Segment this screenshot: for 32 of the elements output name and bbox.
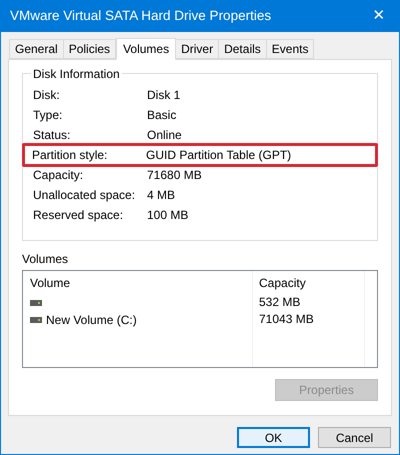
field-value: Basic — [147, 107, 176, 124]
drive-icon — [30, 316, 42, 322]
column-header: Volume — [30, 275, 72, 292]
tab[interactable]: Events — [266, 39, 314, 59]
column-header: Capacity — [259, 275, 307, 292]
section-title: Volumes — [22, 251, 70, 266]
tab[interactable]: Policies — [62, 39, 116, 59]
field-label: Reserved space: — [33, 207, 124, 224]
dialog-button[interactable]: Cancel — [318, 427, 391, 448]
tab[interactable]: Volumes — [116, 38, 176, 60]
tab[interactable]: General — [9, 39, 64, 59]
field-label: Partition style: — [32, 147, 108, 164]
field-value: GUID Partition Table (GPT) — [146, 147, 292, 164]
list-item[interactable]: New Volume (C:) — [46, 310, 137, 328]
tab[interactable]: Driver — [175, 39, 220, 59]
drive-icon — [30, 300, 42, 306]
field-label: Type: — [33, 107, 64, 124]
field-value: 100 MB — [147, 207, 188, 224]
field-label: Disk: — [33, 87, 61, 104]
field-label: Unallocated space: — [33, 187, 136, 204]
field-label: Status: — [33, 127, 72, 144]
table-cell-text: 71043 MB — [259, 311, 315, 328]
field-label: Capacity: — [33, 167, 84, 184]
tab[interactable]: Details — [218, 39, 267, 59]
window-title: VMware Virtual SATA Hard Drive Properties — [10, 7, 272, 26]
close-button[interactable]: ✕ — [359, 1, 399, 32]
field-value: 71680 MB — [147, 167, 202, 184]
field-value: Online — [147, 127, 182, 144]
dialog-button[interactable]: OK — [237, 427, 310, 448]
table-cell-text: 532 MB — [259, 294, 302, 311]
field-value: 4 MB — [147, 187, 176, 204]
field-value: Disk 1 — [147, 87, 180, 104]
